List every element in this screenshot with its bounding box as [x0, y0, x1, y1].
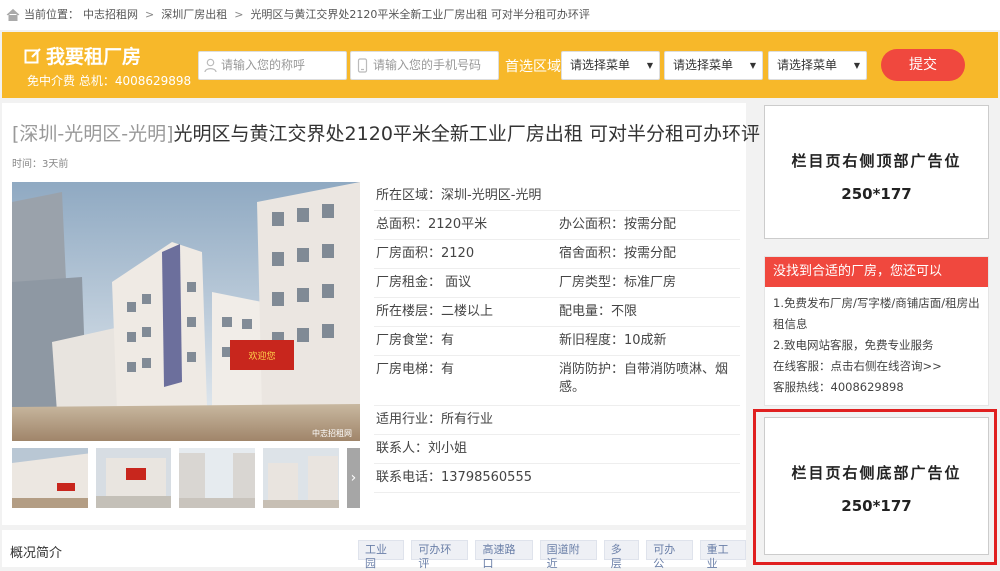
- banner-title: 我要租厂房: [24, 42, 141, 69]
- info-canteen: 厂房食堂：有: [376, 333, 455, 348]
- breadcrumb-item-category[interactable]: 深圳厂房出租: [161, 0, 227, 30]
- phone-input-placeholder: 请输入您的手机号码: [373, 58, 482, 72]
- info-floor: 所在楼层：二楼以上: [376, 304, 494, 319]
- help-body: 1.免费发布厂房/写字楼/商铺店面/租房出租信息 2.致电网站客服，免费专业服务…: [765, 287, 988, 404]
- info-office-area: 办公面积：按需分配: [559, 217, 677, 232]
- listing-title-text: 光明区与黄江交界处2120平米全新工业厂房出租 可对半分租可办环评: [173, 123, 760, 145]
- info-total-area: 总面积：2120平米: [376, 217, 488, 232]
- tag[interactable]: 重工业: [699, 540, 746, 570]
- help-line: 2.致电网站客服，免费专业服务: [773, 338, 934, 352]
- user-icon: [204, 58, 217, 73]
- building-banner-text: 欢迎您: [248, 350, 275, 362]
- info-condition: 新旧程度：10成新: [559, 333, 667, 348]
- listing-panel: [深圳-光明区-光明]光明区与黄江交界处2120平米全新工业厂房出租 可对半分租…: [2, 103, 760, 525]
- info-row: 厂房食堂：有 新旧程度：10成新: [374, 327, 740, 356]
- main-photo[interactable]: 欢迎您 中志招租网: [12, 182, 360, 441]
- info-row: 所在楼层：二楼以上 配电量：不限: [374, 298, 740, 327]
- highlight-frame: [753, 409, 997, 565]
- info-elevator: 厂房电梯：有: [376, 362, 455, 377]
- listing-title: [深圳-光明区-光明]光明区与黄江交界处2120平米全新工业厂房出租 可对半分租…: [12, 119, 760, 146]
- help-line: 客服热线：4008629898: [773, 380, 904, 394]
- info-row: 总面积：2120平米 办公面积：按需分配: [374, 211, 740, 240]
- info-phone[interactable]: 联系电话：13798560555: [374, 464, 740, 492]
- breadcrumb-item-current: 光明区与黄江交界处2120平米全新工业厂房出租 可对半分租可办环评: [250, 8, 590, 21]
- info-rent: 厂房租金： 面议: [376, 275, 472, 290]
- listing-region[interactable]: [深圳-光明区-光明]: [12, 123, 174, 145]
- info-factory-type: 厂房类型：标准厂房: [559, 275, 677, 290]
- chevron-down-icon: ▼: [749, 61, 756, 70]
- chevron-right-icon[interactable]: ›: [346, 448, 360, 508]
- breadcrumb-separator: >: [234, 8, 244, 21]
- info-row: 联系人：刘小姐: [374, 435, 740, 464]
- banner-title-text: 我要租厂房: [46, 46, 142, 68]
- tag-list: 工业园 可办环评 高速路口 国道附近 多层 可办公 重工业: [358, 540, 746, 570]
- region-select-1[interactable]: 请选择菜单 ▼: [561, 51, 660, 80]
- info-fire-protection: 消防防护：自带消防喷淋、烟感。: [559, 362, 729, 395]
- info-industry: 适用行业：所有行业: [376, 412, 494, 427]
- thumbnail-image: [179, 448, 256, 508]
- help-line[interactable]: 在线客服：点击右侧在线咨询>>: [773, 356, 980, 377]
- tag[interactable]: 工业园: [358, 540, 405, 570]
- tag[interactable]: 国道附近: [539, 540, 597, 570]
- photo-watermark: 中志招租网: [312, 428, 352, 438]
- intro-section: 概况简介 工业园 可办环评 高速路口 国道附近 多层 可办公 重工业: [2, 530, 746, 570]
- info-row: 厂房面积：2120 宿舍面积：按需分配: [374, 240, 740, 269]
- breadcrumb-prefix: 当前位置：: [24, 8, 79, 21]
- thumbnail[interactable]: [95, 448, 172, 508]
- select-value: 请选择菜单: [673, 58, 734, 72]
- region-select-3[interactable]: 请选择菜单 ▼: [768, 51, 867, 80]
- breadcrumb-separator: >: [145, 8, 155, 21]
- tag[interactable]: 可办公: [646, 540, 693, 570]
- edit-icon: [24, 47, 41, 63]
- thumbnail[interactable]: [263, 448, 339, 508]
- thumbnail[interactable]: [179, 448, 256, 508]
- rent-request-banner: 我要租厂房 免中介费 总机：4008629898 请输入您的称呼 请输入您的手机…: [2, 32, 998, 98]
- thumbnail[interactable]: [12, 448, 88, 508]
- info-row: 联系电话：13798560555: [374, 464, 740, 493]
- listing-time: 时间：3天前: [12, 159, 69, 170]
- home-icon: [6, 8, 20, 21]
- tag[interactable]: 高速路口: [475, 540, 533, 570]
- banner-subtitle: 免中介费 总机：4008629898: [27, 74, 192, 88]
- select-value: 请选择菜单: [777, 58, 838, 72]
- info-dorm-area: 宿舍面积：按需分配: [559, 246, 677, 261]
- info-factory-area: 厂房面积：2120: [376, 246, 475, 261]
- help-box: 没找到合适的厂房，您还可以 1.免费发布厂房/写字楼/商铺店面/租房出租信息 2…: [764, 256, 989, 406]
- tag[interactable]: 可办环评: [411, 540, 469, 570]
- intro-heading: 概况简介: [10, 546, 63, 561]
- listing-info-table: 所在区域：深圳-光明区-光明 总面积：2120平米 办公面积：按需分配 厂房面积：…: [374, 182, 740, 493]
- info-row: 所在区域：深圳-光明区-光明: [374, 182, 740, 211]
- info-row: 厂房电梯：有 消防防护：自带消防喷淋、烟感。: [374, 356, 740, 406]
- help-line[interactable]: 1.免费发布厂房/写字楼/商铺店面/租房出租信息: [773, 293, 980, 335]
- name-input[interactable]: 请输入您的称呼: [198, 51, 347, 80]
- ad-top-size: 250*177: [841, 185, 912, 203]
- tag[interactable]: 多层: [603, 540, 640, 570]
- info-row: 适用行业：所有行业: [374, 406, 740, 435]
- thumbnail-image: [263, 448, 339, 508]
- region-select-2[interactable]: 请选择菜单 ▼: [664, 51, 763, 80]
- name-input-placeholder: 请输入您的称呼: [221, 58, 306, 72]
- help-header: 没找到合适的厂房，您还可以: [765, 257, 988, 287]
- breadcrumb-item-home[interactable]: 中志招租网: [83, 0, 138, 30]
- thumbnail-image: [12, 448, 88, 508]
- info-region: 所在区域：深圳-光明区-光明: [376, 188, 542, 203]
- thumbnail-image: [95, 448, 172, 508]
- ad-top[interactable]: 栏目页右侧顶部广告位 250*177: [764, 105, 989, 239]
- factory-building-image: 欢迎您 中志招租网: [12, 182, 360, 441]
- info-power: 配电量：不限: [559, 304, 638, 319]
- info-contact: 联系人：刘小姐: [376, 441, 468, 456]
- phone-icon: [357, 58, 368, 73]
- area-label: 首选区域: [505, 59, 561, 75]
- breadcrumb: 当前位置： 中志招租网 > 深圳厂房出租 > 光明区与黄江交界处2120平米全新…: [0, 0, 1000, 30]
- ad-top-text: 栏目页右侧顶部广告位: [791, 152, 962, 170]
- chevron-down-icon: ▼: [853, 61, 860, 70]
- chevron-down-icon: ▼: [646, 61, 653, 70]
- select-value: 请选择菜单: [570, 58, 631, 72]
- phone-input[interactable]: 请输入您的手机号码: [350, 51, 499, 80]
- thumbnail-strip: ›: [12, 448, 360, 508]
- submit-button[interactable]: 提交: [881, 49, 965, 81]
- info-row: 厂房租金： 面议 厂房类型：标准厂房: [374, 269, 740, 298]
